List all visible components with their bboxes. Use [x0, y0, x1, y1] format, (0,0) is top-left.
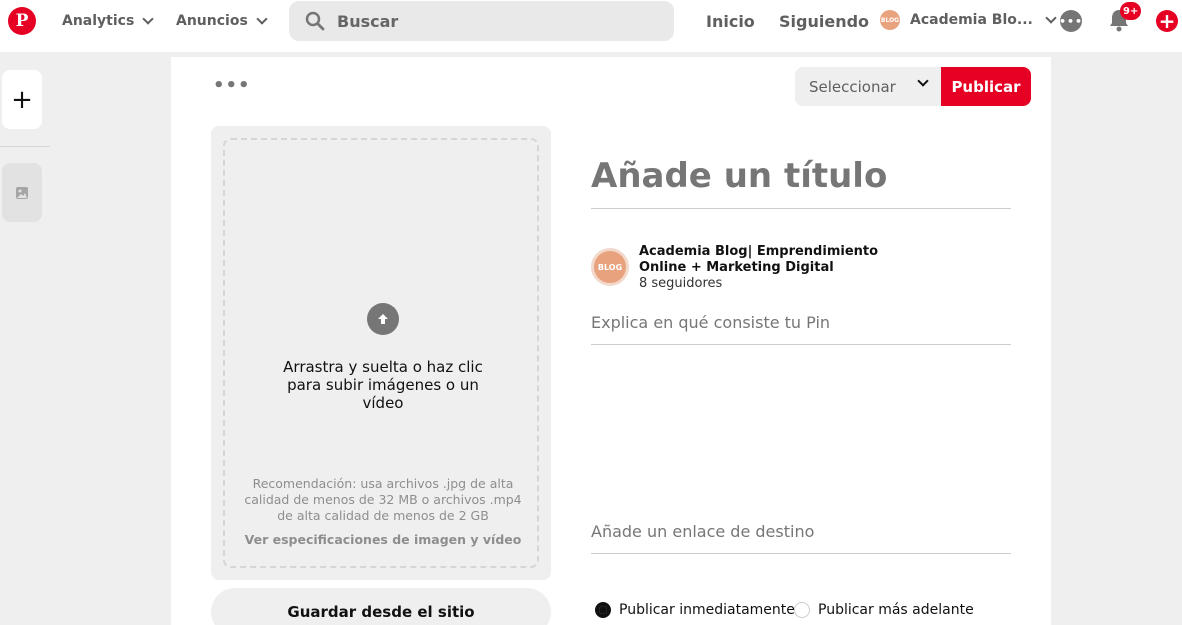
ads-label: Anuncios [176, 13, 248, 29]
description-input[interactable]: Explica en qué consiste tu Pin [591, 313, 1011, 345]
title-input[interactable]: Añade un título [591, 154, 1011, 209]
pin-builder-card: ••• Seleccionar Publicar Arrastra y suel… [171, 57, 1051, 625]
top-header: P Analytics Anuncios Inicio Siguiendo BL… [0, 0, 1182, 52]
account-switcher[interactable]: BLOG Academia Blo... [880, 10, 1057, 30]
upload-recommendation: Recomendación: usa archivos .jpg de alta… [244, 476, 522, 523]
pinterest-logo-icon[interactable]: P [8, 7, 36, 35]
profile-info: BLOG Academia Blog| Emprendimiento Onlin… [591, 244, 919, 292]
chevron-down-icon [256, 13, 268, 25]
avatar: BLOG [880, 10, 900, 30]
search-input[interactable] [337, 11, 637, 31]
profile-name: Academia Blog| Emprendimiento Online + M… [639, 244, 879, 275]
specs-link[interactable]: Ver especificaciones de imagen y vídeo [239, 532, 527, 547]
chevron-down-icon [142, 13, 154, 25]
upload-instructions: Arrastra y suelta o haz clic para subir … [283, 358, 483, 412]
board-select[interactable]: Seleccionar [795, 67, 941, 106]
radio-unselected[interactable] [794, 602, 810, 618]
messages-icon[interactable]: ••• [1059, 10, 1082, 32]
board-select-value: Seleccionar [809, 77, 896, 96]
account-name: Academia Blo... [910, 12, 1033, 28]
sidebar-divider [0, 146, 50, 147]
publish-later-label: Publicar más adelante [818, 602, 974, 618]
notifications-badge: 9+ [1120, 2, 1142, 20]
upload-area[interactable]: Arrastra y suelta o haz clic para subir … [211, 126, 551, 580]
more-options-icon[interactable]: ••• [213, 75, 251, 96]
create-plus-icon[interactable]: + [1156, 10, 1178, 32]
search-bar[interactable] [289, 1, 674, 41]
save-from-site-button[interactable]: Guardar desde el sitio [211, 588, 551, 625]
destination-link-input[interactable]: Añade un enlace de destino [591, 522, 1011, 554]
analytics-dropdown[interactable]: Analytics [62, 13, 154, 29]
search-icon [305, 11, 325, 31]
ads-dropdown[interactable]: Anuncios [176, 13, 268, 29]
profile-followers: 8 seguidores [639, 276, 723, 291]
chevron-down-icon [1045, 12, 1057, 24]
radio-selected[interactable] [595, 602, 611, 618]
pin-draft-thumbnail[interactable] [2, 163, 42, 222]
avatar: BLOG [591, 248, 629, 286]
publish-later-option[interactable]: Publicar más adelante [794, 602, 974, 618]
upload-dropzone[interactable]: Arrastra y suelta o haz clic para subir … [223, 138, 539, 568]
nav-following-link[interactable]: Siguiendo [779, 12, 869, 31]
image-icon [16, 186, 28, 199]
add-pin-draft-button[interactable]: + [2, 70, 42, 129]
publish-now-option[interactable]: Publicar inmediatamente [595, 602, 795, 618]
analytics-label: Analytics [62, 13, 135, 29]
publish-now-label: Publicar inmediatamente [619, 602, 795, 618]
upload-arrow-icon [367, 303, 399, 335]
chevron-down-icon [917, 75, 929, 87]
publish-button[interactable]: Publicar [941, 67, 1031, 106]
nav-home-link[interactable]: Inicio [706, 12, 755, 31]
